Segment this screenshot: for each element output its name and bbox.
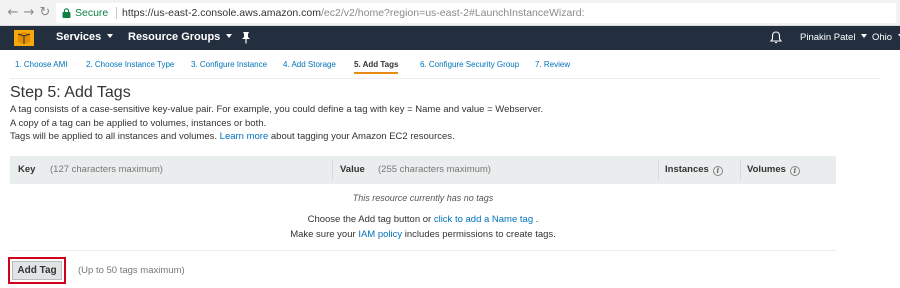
url-text[interactable]: https://us-east-2.console.aws.amazon.com… <box>122 7 585 19</box>
iam-policy-link[interactable]: IAM policy <box>358 229 402 240</box>
caret-down-icon <box>861 34 868 38</box>
table-bottom-border <box>10 250 836 251</box>
instances-column-label: Instances <box>665 164 709 175</box>
add-tag-limit-note: (Up to 50 tags maximum) <box>78 265 185 276</box>
browser-address-bar: ← → ↻ Secure https://us-east-2.console.a… <box>0 0 900 26</box>
page-title: Step 5: Add Tags <box>10 84 131 101</box>
empty-tags-message: This resource currently has no tags <box>352 193 494 203</box>
back-arrow-icon[interactable]: ← <box>6 6 20 20</box>
tags-table-header: Key (127 characters maximum) Value (255 … <box>10 156 836 184</box>
aws-console-nav: Services Resource Groups Pinakin Patel O… <box>0 26 900 50</box>
description-line-2: A copy of a tag can be applied to volume… <box>10 118 267 129</box>
caret-down-icon <box>226 34 233 38</box>
secure-label: Secure <box>75 7 109 19</box>
value-column-label: Value <box>340 164 365 175</box>
url-field[interactable]: Secure https://us-east-2.console.aws.ama… <box>56 3 896 23</box>
volumes-column: Volumes i <box>747 164 800 176</box>
resource-groups-label: Resource Groups <box>128 31 221 43</box>
steps-divider <box>10 78 880 79</box>
step-add-storage[interactable]: 4. Add Storage <box>283 60 336 72</box>
url-domain: us-east-2.console.aws.amazon.com <box>153 7 322 19</box>
description-line-3-post: about tagging your Amazon EC2 resources. <box>270 131 455 142</box>
region-menu[interactable]: Ohio <box>872 32 900 43</box>
forward-arrow-icon[interactable]: → <box>22 6 36 20</box>
aws-cube-icon[interactable] <box>14 30 34 46</box>
resource-groups-menu[interactable]: Resource Groups <box>128 31 233 43</box>
iam-policy-hint: Make sure your IAM policy includes permi… <box>10 229 836 240</box>
add-tag-hint-pre: Choose the Add tag button or <box>307 214 432 225</box>
bell-icon[interactable] <box>770 31 782 44</box>
info-icon[interactable]: i <box>789 166 800 176</box>
region-name: Ohio <box>872 32 893 43</box>
reload-icon[interactable]: ↻ <box>38 6 52 20</box>
volumes-column-label: Volumes <box>747 164 786 175</box>
pin-icon[interactable] <box>240 31 252 44</box>
step-review[interactable]: 7. Review <box>535 60 570 72</box>
step-choose-ami[interactable]: 1. Choose AMI <box>15 60 67 72</box>
learn-more-link[interactable]: Learn more <box>220 131 269 142</box>
user-menu[interactable]: Pinakin Patel <box>800 32 868 43</box>
key-column-label: Key <box>18 164 36 175</box>
iam-policy-hint-pre: Make sure your <box>290 229 356 240</box>
add-tag-hint-post: . <box>535 214 539 225</box>
add-name-tag-link[interactable]: click to add a Name tag <box>434 214 533 225</box>
value-column-hint: (255 characters maximum) <box>378 164 491 175</box>
instances-column: Instances i <box>665 164 723 176</box>
add-tag-button[interactable]: Add Tag <box>12 261 62 280</box>
step-add-tags[interactable]: 5. Add Tags <box>354 60 399 74</box>
step-choose-instance-type[interactable]: 2. Choose Instance Type <box>86 60 174 72</box>
column-separator <box>332 160 333 180</box>
iam-policy-hint-post: includes permissions to create tags. <box>404 229 556 240</box>
url-prefix: https:// <box>122 7 154 19</box>
key-column-hint: (127 characters maximum) <box>50 164 163 175</box>
url-divider <box>116 7 117 19</box>
description-line-3: Tags will be applied to all instances an… <box>10 131 455 142</box>
step-configure-instance[interactable]: 3. Configure Instance <box>191 60 267 72</box>
services-label: Services <box>56 31 102 43</box>
url-path: /ec2/v2/home?region=us-east-2#LaunchInst… <box>321 7 585 19</box>
user-name: Pinakin Patel <box>800 32 856 43</box>
lock-icon <box>62 8 71 18</box>
services-menu[interactable]: Services <box>56 31 114 43</box>
description-line-3-pre: Tags will be applied to all instances an… <box>10 131 218 142</box>
column-separator <box>740 160 741 180</box>
column-separator <box>658 160 659 180</box>
info-icon[interactable]: i <box>712 166 723 176</box>
add-tag-hint: Choose the Add tag button or click to ad… <box>10 214 836 225</box>
step-configure-security-group[interactable]: 6. Configure Security Group <box>420 60 519 72</box>
caret-down-icon <box>107 34 114 38</box>
description-line-1: A tag consists of a case-sensitive key-v… <box>10 104 544 115</box>
